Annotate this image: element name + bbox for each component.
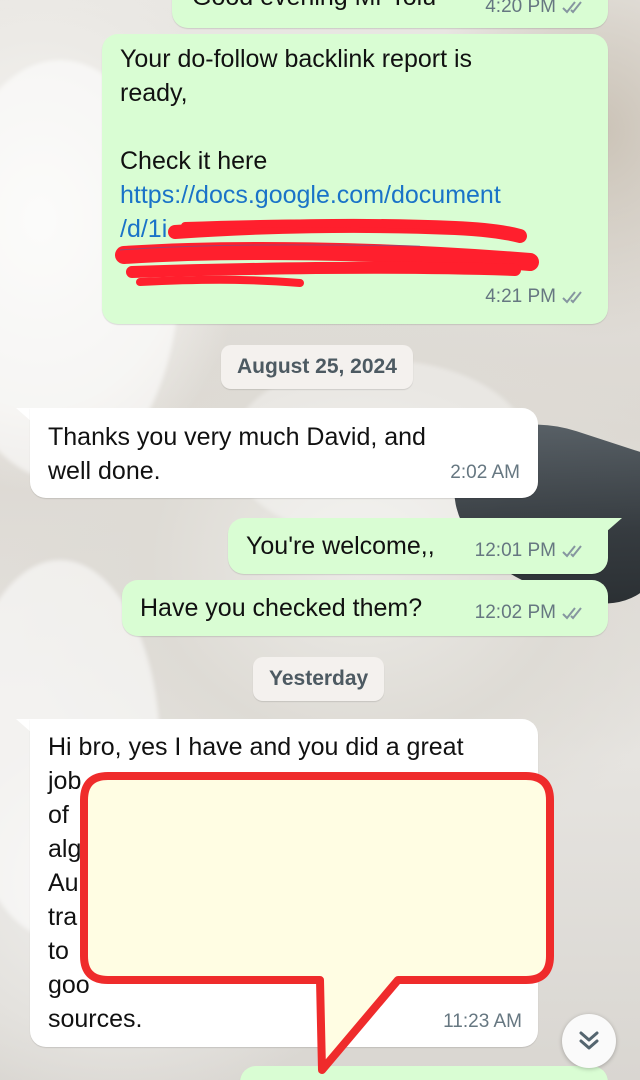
message-time: 4:21 PM (485, 286, 556, 307)
message-time: 12:01 PM (474, 540, 556, 561)
document-link[interactable]: https://docs.google.com/document (120, 178, 600, 212)
message-bubble-outgoing[interactable]: You're welcome,, 12:01 PM (228, 518, 608, 574)
message-text: Good evening Mr Tolu (192, 0, 436, 14)
scroll-to-bottom-button[interactable] (562, 1014, 616, 1068)
double-chevron-down-icon (579, 1031, 599, 1050)
message-text: Thanks you very much David, and well don… (48, 423, 426, 485)
message-bubble-outgoing[interactable]: Your do-follow backlink report is ready,… (102, 34, 608, 324)
message-time: 12:02 PM (474, 602, 556, 623)
date-separator: August 25, 2024 (221, 345, 413, 389)
double-check-icon (562, 291, 582, 304)
redaction-callout (80, 772, 554, 1074)
document-link-continued[interactable]: /d/1i (120, 212, 600, 246)
message-time: 4:20 PM (485, 0, 556, 17)
double-check-icon (562, 545, 582, 558)
bubble-tail (606, 518, 622, 532)
message-text: You're welcome,, (246, 532, 435, 560)
message-bubble-outgoing[interactable]: Good evening Mr Tolu 4:20 PM (172, 0, 608, 28)
date-separator: Yesterday (253, 657, 385, 701)
double-check-icon (562, 1, 582, 14)
message-bubble-incoming[interactable]: Thanks you very much David, and well don… (30, 408, 538, 498)
message-time: 2:02 AM (450, 462, 520, 483)
message-bubble-outgoing[interactable]: Have you checked them? 12:02 PM (122, 580, 608, 636)
message-text: Your do-follow backlink report is ready,… (120, 42, 600, 280)
message-text: Have you checked them? (140, 594, 423, 622)
double-check-icon (562, 607, 582, 620)
